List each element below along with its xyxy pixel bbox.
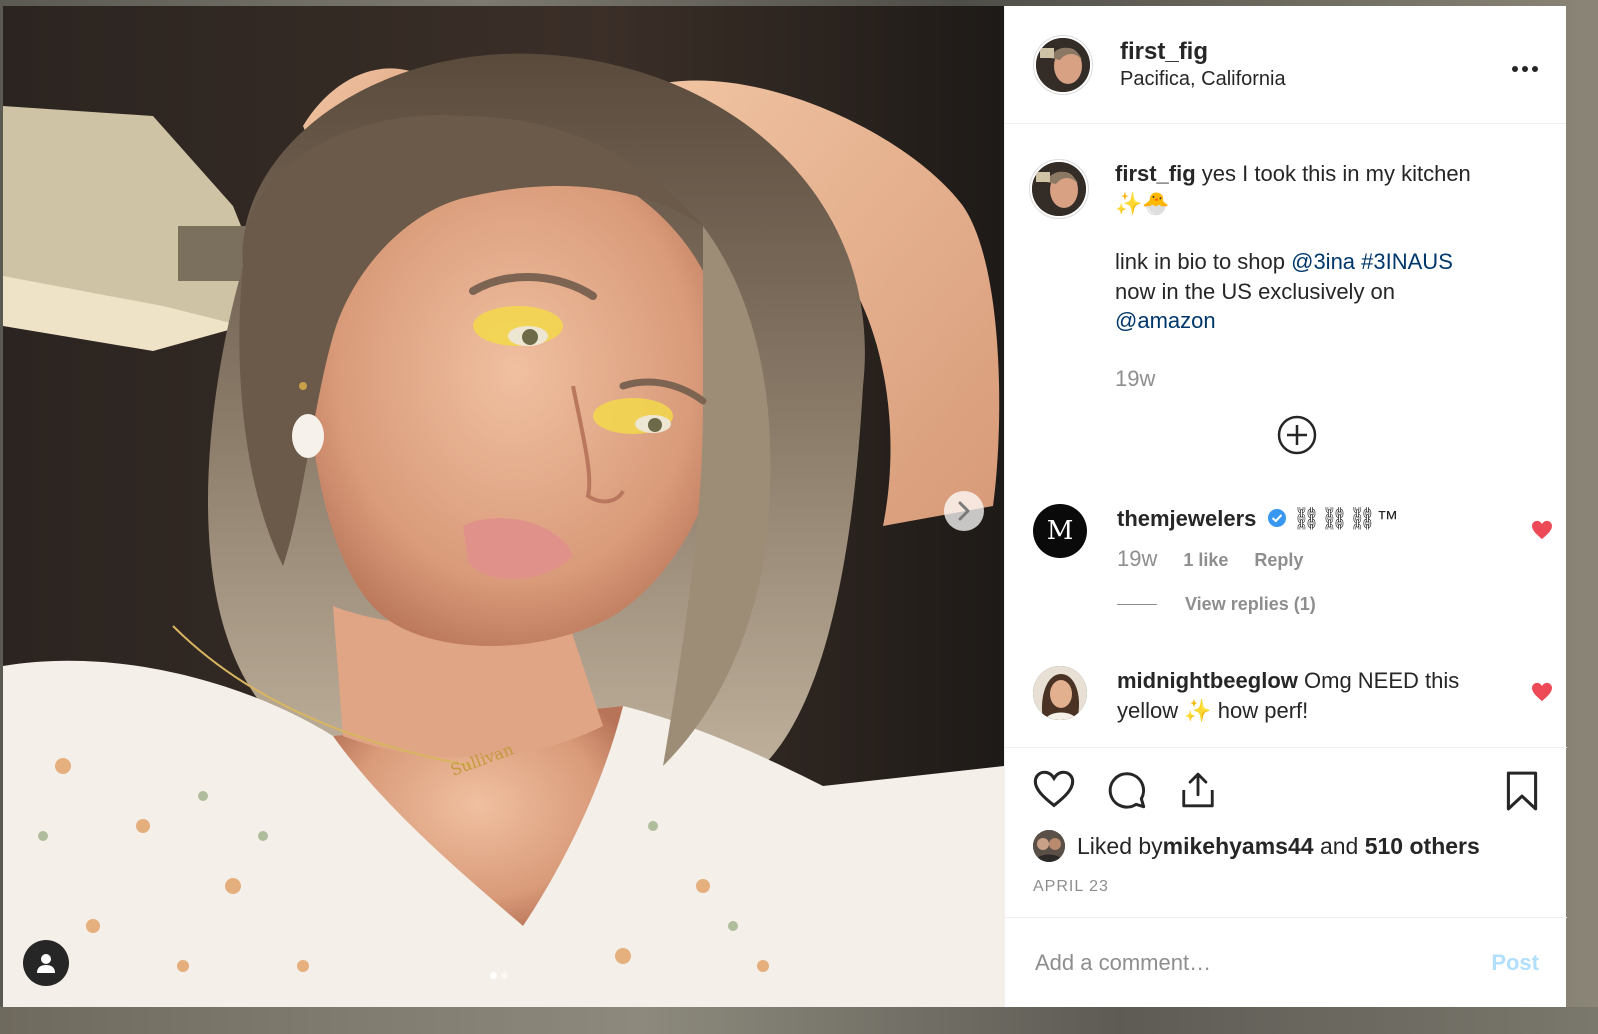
like-button[interactable] xyxy=(1033,770,1075,808)
commenter-avatar[interactable] xyxy=(1033,666,1087,720)
view-replies-button[interactable]: View replies (1) xyxy=(1117,589,1517,619)
user-icon xyxy=(37,954,55,973)
comment-button[interactable] xyxy=(1107,770,1147,810)
comment-item: M themjewelers ⛓⛓⛓™ 19w 1 like Reply Vie… xyxy=(1033,504,1553,619)
likes-others[interactable]: 510 others xyxy=(1365,833,1480,860)
comment-username[interactable]: midnightbeeglow xyxy=(1117,668,1298,693)
author-info: first_fig Pacifica, California xyxy=(1120,38,1286,91)
caption-line3: now in the US exclusively on xyxy=(1115,278,1396,304)
load-more-comments-button[interactable] xyxy=(1277,415,1317,455)
caption-time[interactable]: 19w xyxy=(1115,364,1535,394)
mention-amazon[interactable]: @amazon xyxy=(1115,306,1535,336)
more-options-button[interactable] xyxy=(1512,52,1538,78)
post-date[interactable]: APRIL 23 xyxy=(1033,878,1109,896)
plus-circle-icon xyxy=(1277,415,1317,455)
post-photo[interactable]: Sullivan xyxy=(3,6,1004,1007)
more-icon xyxy=(1512,66,1538,72)
bookmark-icon xyxy=(1506,771,1538,811)
comment-likes[interactable]: 1 like xyxy=(1183,545,1228,575)
comment-time[interactable]: 19w xyxy=(1117,544,1157,574)
post-caption: first_fig yes I took this in my kitchen … xyxy=(1029,159,1535,393)
caption-text: first_fig yes I took this in my kitchen … xyxy=(1115,159,1535,393)
author-username[interactable]: first_fig xyxy=(1120,38,1286,66)
author-avatar-image xyxy=(1036,37,1090,92)
heart-filled-icon xyxy=(1532,520,1552,540)
comment-body: themjewelers ⛓⛓⛓™ 19w 1 like Reply View … xyxy=(1117,504,1517,619)
caption-line2: link in bio to shop xyxy=(1115,249,1292,274)
comment-text: ⛓⛓⛓™ xyxy=(1292,506,1399,531)
post-location[interactable]: Pacifica, California xyxy=(1120,68,1286,91)
chevron-right-icon xyxy=(958,501,970,521)
selfie-photo: Sullivan xyxy=(3,6,1004,1007)
post-modal: Sullivan first_fig Pacifica, California … xyxy=(3,6,1567,1007)
comment-input[interactable] xyxy=(1033,948,1492,977)
reply-button[interactable]: Reply xyxy=(1254,545,1303,575)
next-photo-button[interactable] xyxy=(944,491,984,531)
hashtag-3inaus[interactable]: #3INAUS xyxy=(1355,249,1453,274)
save-button[interactable] xyxy=(1505,770,1539,817)
caption-avatar-image xyxy=(1032,162,1086,216)
tagged-users-button[interactable] xyxy=(23,940,69,986)
heart-filled-icon xyxy=(1532,682,1552,702)
liker-avatar-photo xyxy=(1033,830,1065,862)
share-button[interactable] xyxy=(1179,770,1217,810)
author-avatar-photo xyxy=(1036,37,1090,92)
comment-like-button[interactable] xyxy=(1531,682,1553,707)
carousel-dot xyxy=(501,972,508,979)
post-actions: Liked by mikehyams44 and 510 others APRI… xyxy=(1005,747,1567,917)
liker-username[interactable]: mikehyams44 xyxy=(1163,833,1314,860)
comment-like-button[interactable] xyxy=(1531,520,1553,545)
comment-meta: 19w 1 like Reply xyxy=(1117,544,1517,575)
caption-username[interactable]: first_fig xyxy=(1115,161,1196,186)
carousel-dot-active xyxy=(490,972,497,979)
commenter-avatar-photo xyxy=(1033,666,1087,720)
comment-username[interactable]: themjewelers xyxy=(1117,506,1256,531)
author-avatar[interactable] xyxy=(1033,34,1093,95)
post-header: first_fig Pacifica, California xyxy=(1005,6,1566,124)
likes-middle: and xyxy=(1313,832,1365,859)
view-replies-label: View replies (1) xyxy=(1185,594,1316,614)
verified-badge-icon xyxy=(1267,509,1286,527)
comment-item: midnightbeeglow Omg NEED this yellow ✨ h… xyxy=(1033,666,1553,726)
caption-line1: yes I took this in my kitchen xyxy=(1195,161,1471,186)
replies-divider xyxy=(1117,603,1157,605)
commenter-avatar[interactable]: M xyxy=(1033,504,1087,558)
likes-summary: Liked by mikehyams44 and 510 others xyxy=(1033,830,1480,862)
commenter-avatar-letter: M xyxy=(1046,516,1074,546)
post-comment-button[interactable]: Post xyxy=(1491,950,1539,976)
page-backdrop-bottom xyxy=(0,1007,1598,1034)
post-side-panel: first_fig Pacifica, California first_fig… xyxy=(1004,6,1567,1007)
liker-avatar[interactable] xyxy=(1033,830,1065,862)
likes-prefix: Liked by xyxy=(1077,832,1163,859)
action-buttons xyxy=(1033,770,1217,810)
caption-avatar-photo xyxy=(1032,162,1086,216)
caption-emoji: ✨🐣 xyxy=(1115,190,1170,216)
mention-3ina[interactable]: @3ina xyxy=(1291,249,1355,274)
add-comment-bar: Post xyxy=(1005,917,1567,1007)
caption-avatar[interactable] xyxy=(1029,159,1089,219)
carousel-indicator xyxy=(490,972,508,979)
comments-list[interactable]: first_fig yes I took this in my kitchen … xyxy=(1005,125,1567,747)
comment-body: midnightbeeglow Omg NEED this yellow ✨ h… xyxy=(1117,666,1517,726)
